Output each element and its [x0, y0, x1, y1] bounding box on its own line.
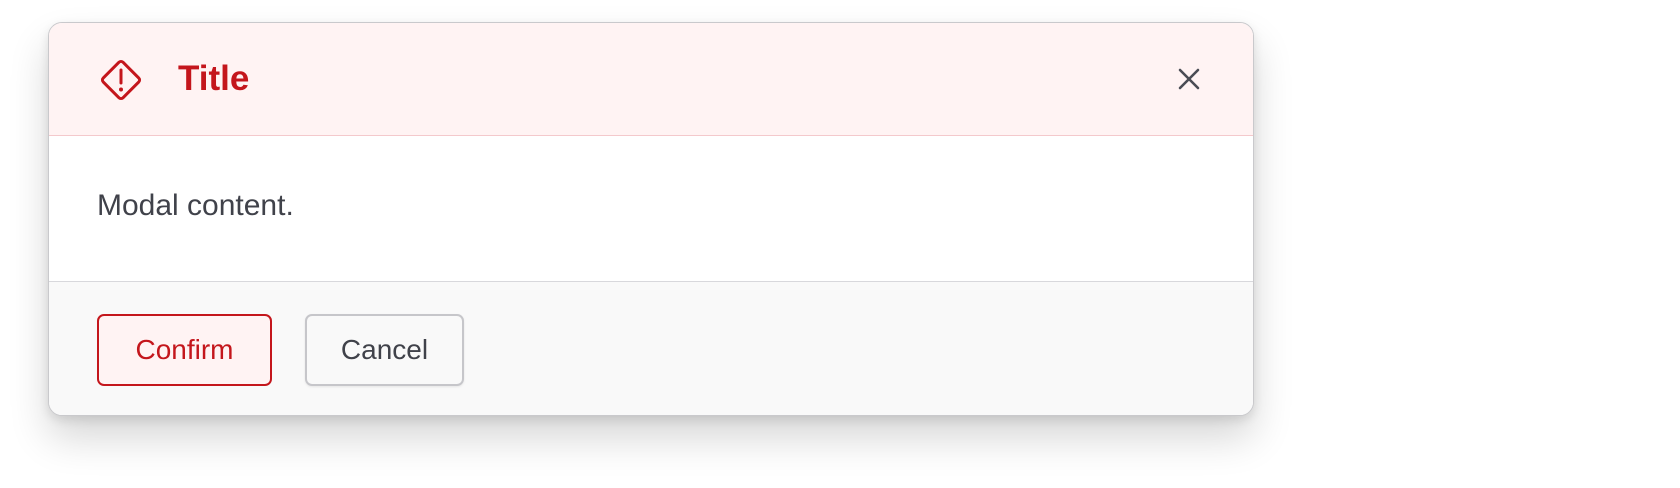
modal-footer: Confirm Cancel — [49, 282, 1253, 415]
cancel-button[interactable]: Cancel — [305, 314, 464, 386]
modal-content-text: Modal content. — [97, 189, 294, 222]
modal-body: Modal content. — [49, 136, 1253, 282]
modal-dialog: Title Modal content. Confirm Cancel — [48, 22, 1254, 416]
warning-diamond-icon — [100, 59, 142, 101]
modal-header: Title — [49, 23, 1253, 136]
modal-title: Title — [178, 59, 250, 98]
close-icon[interactable] — [1175, 65, 1203, 93]
confirm-button[interactable]: Confirm — [97, 314, 272, 386]
